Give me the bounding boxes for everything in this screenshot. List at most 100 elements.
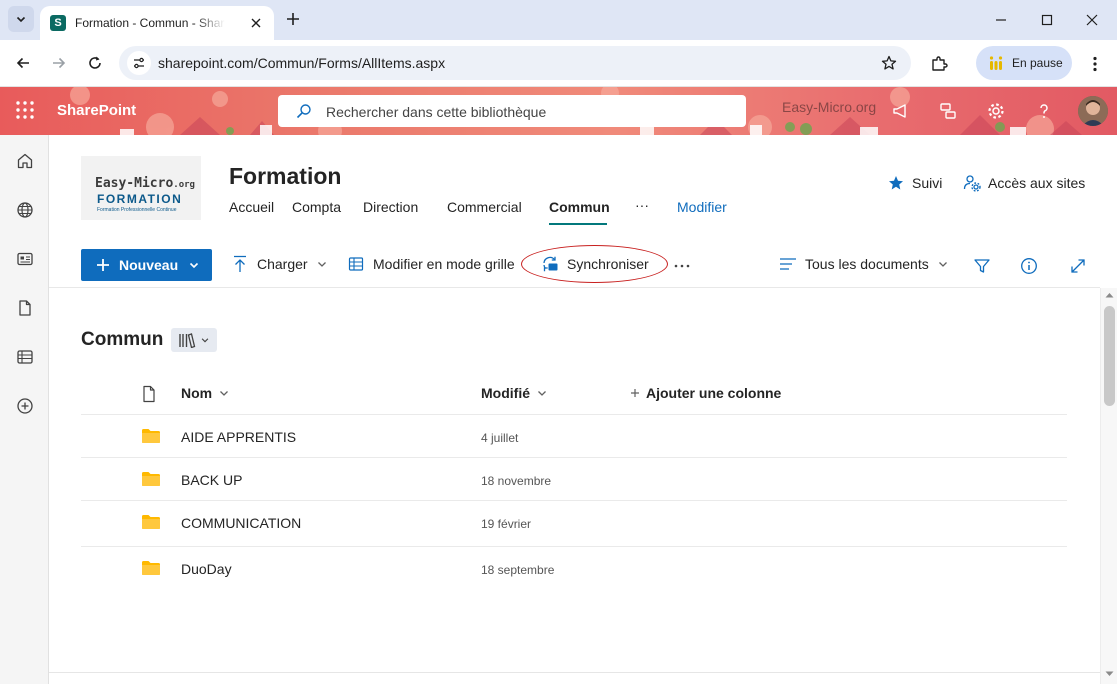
folder-icon bbox=[142, 561, 160, 575]
tab-title: Formation - Commun - SharePoint bbox=[75, 16, 225, 30]
home-icon[interactable] bbox=[14, 150, 36, 172]
table-row[interactable]: BACK UP 18 novembre bbox=[81, 458, 1067, 501]
nav-more-button[interactable]: ··· bbox=[635, 197, 649, 213]
people-settings-icon bbox=[963, 174, 981, 192]
library-title: Commun bbox=[81, 329, 164, 350]
bookmark-star-icon bbox=[881, 55, 897, 70]
forward-icon bbox=[53, 57, 66, 69]
name-column-header[interactable]: Nom bbox=[181, 385, 230, 401]
app-bar bbox=[0, 135, 49, 684]
bookmark-button[interactable] bbox=[879, 53, 899, 73]
item-name[interactable]: BACK UP bbox=[181, 472, 242, 488]
new-button[interactable]: Nouveau bbox=[81, 249, 212, 281]
item-modified: 19 février bbox=[481, 517, 532, 531]
add-column-button[interactable]: Ajouter une colonne bbox=[630, 385, 781, 401]
plus-icon bbox=[287, 13, 299, 25]
url-text: sharepoint.com/Commun/Forms/AllItems.asp… bbox=[158, 55, 446, 71]
browser-toolbar: sharepoint.com/Commun/Forms/AllItems.asp… bbox=[0, 40, 1117, 87]
nav-item-compta[interactable]: Compta bbox=[292, 199, 341, 215]
modified-column-header[interactable]: Modifié bbox=[481, 385, 548, 401]
nav-item-accueil[interactable]: Accueil bbox=[229, 199, 274, 215]
back-button[interactable] bbox=[10, 50, 36, 76]
plus-icon bbox=[95, 257, 111, 273]
nav-item-commun[interactable]: Commun bbox=[549, 199, 610, 215]
feedback-icon[interactable] bbox=[937, 100, 959, 122]
list-icon[interactable] bbox=[14, 346, 36, 368]
site-access-button[interactable]: Accès aux sites bbox=[963, 174, 1085, 192]
nav-edit-link[interactable]: Modifier bbox=[677, 199, 727, 215]
folder-icon bbox=[142, 429, 160, 443]
more-commands-button[interactable] bbox=[671, 255, 693, 277]
new-tab-button[interactable] bbox=[282, 8, 304, 30]
app-name[interactable]: SharePoint bbox=[57, 102, 136, 119]
scrollbar-thumb[interactable] bbox=[1104, 306, 1115, 406]
profile-button[interactable]: En pause bbox=[976, 46, 1072, 80]
announcement-icon[interactable] bbox=[890, 100, 912, 122]
sharepoint-suite-bar: SharePoint Rechercher dans cette bibliot… bbox=[0, 87, 1117, 135]
create-icon[interactable] bbox=[14, 395, 36, 417]
item-name[interactable]: COMMUNICATION bbox=[181, 515, 301, 531]
search-box[interactable]: Rechercher dans cette bibliothèque bbox=[278, 95, 746, 127]
table-row[interactable]: AIDE APPRENTIS 4 juillet bbox=[81, 415, 1067, 458]
app-launcher-icon[interactable] bbox=[14, 99, 36, 121]
address-bar[interactable]: sharepoint.com/Commun/Forms/AllItems.asp… bbox=[119, 46, 911, 80]
nav-item-direction[interactable]: Direction bbox=[363, 199, 418, 215]
browser-menu-button[interactable] bbox=[1085, 52, 1105, 76]
vertical-scrollbar[interactable] bbox=[1100, 288, 1117, 684]
chevron-down-icon bbox=[201, 338, 209, 343]
extensions-button[interactable] bbox=[928, 53, 950, 75]
follow-label: Suivi bbox=[912, 175, 943, 191]
back-icon bbox=[16, 57, 29, 69]
command-bar-divider bbox=[49, 287, 1100, 288]
modified-column-label: Modifié bbox=[481, 385, 530, 401]
upload-button[interactable]: Charger bbox=[231, 255, 328, 273]
browser-tab[interactable]: S Formation - Commun - SharePoint bbox=[40, 6, 274, 40]
fullscreen-button[interactable] bbox=[1067, 255, 1089, 277]
site-title[interactable]: Formation bbox=[229, 163, 341, 190]
tab-search-button[interactable] bbox=[8, 6, 34, 32]
browser-tab-bar: S Formation - Commun - SharePoint bbox=[0, 0, 1117, 40]
tab-close-button[interactable] bbox=[246, 13, 266, 33]
maximize-icon bbox=[1041, 14, 1053, 26]
user-avatar[interactable] bbox=[1078, 96, 1108, 126]
file-icon[interactable] bbox=[14, 297, 36, 319]
chevron-down-icon bbox=[937, 258, 949, 270]
nav-item-commercial[interactable]: Commercial bbox=[447, 199, 522, 215]
reload-button[interactable] bbox=[82, 50, 108, 76]
file-type-column-header[interactable] bbox=[141, 385, 157, 403]
minimize-button[interactable] bbox=[989, 8, 1013, 32]
filter-button[interactable] bbox=[971, 255, 993, 277]
follow-button[interactable]: Suivi bbox=[887, 174, 942, 192]
info-button[interactable] bbox=[1018, 255, 1040, 277]
site-info-button[interactable] bbox=[127, 51, 151, 75]
item-name[interactable]: DuoDay bbox=[181, 561, 232, 577]
forward-button[interactable] bbox=[46, 50, 72, 76]
add-column-label: Ajouter une colonne bbox=[646, 385, 782, 401]
name-column-label: Nom bbox=[181, 385, 213, 401]
library-view-switcher[interactable] bbox=[171, 328, 217, 352]
scroll-up-arrow-icon[interactable] bbox=[1105, 292, 1114, 298]
scroll-down-arrow-icon[interactable] bbox=[1105, 671, 1114, 677]
view-selector[interactable]: Tous les documents bbox=[779, 255, 949, 273]
table-row[interactable]: COMMUNICATION 19 février bbox=[81, 501, 1067, 544]
new-button-label: Nouveau bbox=[119, 257, 179, 273]
search-icon bbox=[296, 104, 311, 119]
news-icon[interactable] bbox=[14, 248, 36, 270]
filter-icon bbox=[974, 259, 990, 273]
grid-edit-button[interactable]: Modifier en mode grille bbox=[347, 255, 515, 273]
help-icon[interactable] bbox=[1033, 100, 1055, 122]
globe-icon[interactable] bbox=[14, 199, 36, 221]
site-logo[interactable]: Easy-Micro.org FORMATION Formation Profe… bbox=[81, 156, 201, 220]
window-close-button[interactable] bbox=[1080, 8, 1104, 32]
reload-icon bbox=[89, 56, 101, 69]
info-icon bbox=[1021, 258, 1037, 274]
nav-active-indicator bbox=[549, 223, 607, 225]
table-row[interactable]: DuoDay 18 septembre bbox=[81, 547, 1067, 590]
chevron-down-icon bbox=[536, 387, 548, 399]
search-placeholder: Rechercher dans cette bibliothèque bbox=[326, 104, 547, 120]
logo-formation: FORMATION bbox=[97, 192, 183, 206]
settings-gear-icon[interactable] bbox=[985, 100, 1007, 122]
maximize-button[interactable] bbox=[1035, 8, 1059, 32]
item-name[interactable]: AIDE APPRENTIS bbox=[181, 429, 296, 445]
document-icon bbox=[143, 385, 155, 403]
